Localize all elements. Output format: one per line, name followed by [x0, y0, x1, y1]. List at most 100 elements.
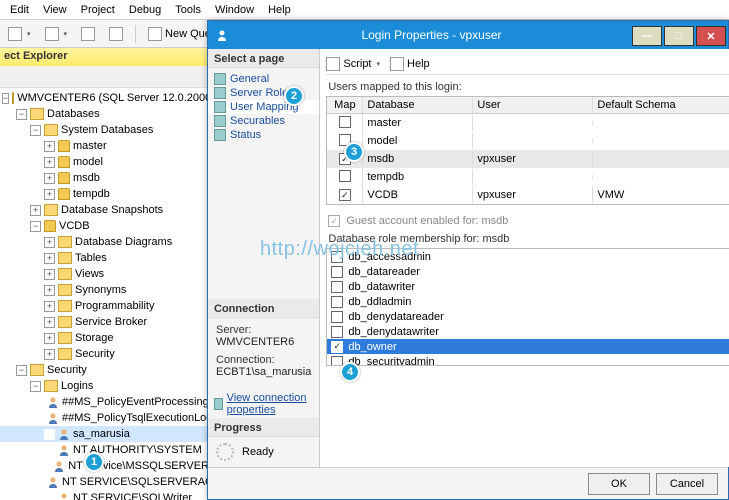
maximize-button[interactable]: □	[664, 26, 694, 46]
tree-sysdatabases[interactable]: −System Databases	[0, 122, 209, 138]
folder-icon	[58, 252, 72, 264]
tree-login[interactable]: NT SERVICE\SQLSERVERAGENT	[0, 474, 209, 490]
map-checkbox[interactable]	[339, 189, 351, 201]
folder-icon	[30, 364, 44, 376]
menu-project[interactable]: Project	[75, 2, 121, 18]
tree-login[interactable]: NT SERVICE\SQLWriter	[0, 490, 209, 500]
role-item[interactable]: db_datawriter	[327, 279, 729, 294]
role-checkbox[interactable]	[331, 341, 343, 353]
role-item[interactable]: db_ddladmin	[327, 294, 729, 309]
role-item[interactable]: db_securityadmin	[327, 354, 729, 366]
tree-login[interactable]: ##MS_PolicyTsqlExecutionLogin##	[0, 410, 209, 426]
tree-item[interactable]: +Synonyms	[0, 282, 209, 298]
object-explorer-title: ect Explorer	[0, 48, 209, 66]
server-icon	[12, 92, 14, 104]
tree-login[interactable]: NT Service\MSSQLSERVER	[0, 458, 209, 474]
folder-icon	[58, 268, 72, 280]
server-value: WMVCENTER6	[216, 336, 311, 348]
tree-login[interactable]: ##MS_PolicyEventProcessingLogin##	[0, 394, 209, 410]
map-checkbox[interactable]	[339, 170, 351, 182]
view-connection-link[interactable]: View connection properties	[227, 392, 314, 416]
col-database[interactable]: Database	[363, 97, 473, 113]
tree-item[interactable]: +Storage	[0, 330, 209, 346]
minimize-button[interactable]: —	[632, 26, 662, 46]
mapping-row[interactable]: msdbvpxuser...	[327, 150, 729, 168]
tree-item[interactable]: +Database Diagrams	[0, 234, 209, 250]
role-item[interactable]: db_accessadmin	[327, 249, 729, 264]
tree-security[interactable]: −Security	[0, 362, 209, 378]
rolemember-label: Database role membership for: msdb	[328, 233, 729, 245]
tree-server[interactable]: −WMVCENTER6 (SQL Server 12.0.2000 - ECBT…	[0, 90, 209, 106]
tree-databases[interactable]: −Databases	[0, 106, 209, 122]
menu-tools[interactable]: Tools	[169, 2, 207, 18]
mapping-grid[interactable]: Map Database User Default Schema masterm…	[326, 96, 729, 205]
tree-login[interactable]: NT AUTHORITY\SYSTEM	[0, 442, 209, 458]
page-securables[interactable]: Securables	[208, 114, 319, 128]
col-schema[interactable]: Default Schema	[593, 97, 729, 113]
role-item[interactable]: db_owner	[327, 339, 729, 354]
tree-item[interactable]: +Views	[0, 266, 209, 282]
menu-view[interactable]: View	[37, 2, 73, 18]
mapping-row[interactable]: VCDBvpxuserVMW...	[327, 186, 729, 204]
role-checkbox[interactable]	[331, 326, 343, 338]
toolbar-button[interactable]: ▾	[41, 25, 72, 43]
script-button[interactable]: Script▾	[326, 57, 380, 71]
mapping-row[interactable]: model	[327, 132, 729, 150]
cancel-button[interactable]: Cancel	[656, 473, 718, 495]
ok-button[interactable]: OK	[588, 473, 650, 495]
help-button[interactable]: Help	[390, 57, 430, 71]
tree-item[interactable]: +Tables	[0, 250, 209, 266]
folder-icon	[58, 300, 72, 312]
database-icon	[58, 188, 70, 200]
menu-debug[interactable]: Debug	[123, 2, 167, 18]
tree-db-tempdb[interactable]: +tempdb	[0, 186, 209, 202]
close-button[interactable]: ✕	[696, 26, 726, 46]
menu-help[interactable]: Help	[262, 2, 297, 18]
tree[interactable]: −WMVCENTER6 (SQL Server 12.0.2000 - ECBT…	[0, 88, 209, 500]
role-item[interactable]: db_denydatareader	[327, 309, 729, 324]
toolbar-button[interactable]: ▾	[4, 25, 35, 43]
page-general[interactable]: General	[208, 72, 319, 86]
mapping-row[interactable]: tempdb	[327, 168, 729, 186]
tree-vcdb[interactable]: −VCDB	[0, 218, 209, 234]
folder-icon	[58, 284, 72, 296]
role-checkbox[interactable]	[331, 281, 343, 293]
role-checkbox[interactable]	[331, 311, 343, 323]
role-item[interactable]: db_denydatawriter	[327, 324, 729, 339]
login-icon	[47, 396, 59, 408]
connection-label: Connection:	[216, 354, 311, 366]
generic-icon	[81, 27, 95, 41]
tree-db-master[interactable]: +master	[0, 138, 209, 154]
object-explorer: ect Explorer −WMVCENTER6 (SQL Server 12.…	[0, 48, 210, 500]
tree-item[interactable]: +Security	[0, 346, 209, 362]
menu-window[interactable]: Window	[209, 2, 260, 18]
mapping-row[interactable]: master	[327, 114, 729, 132]
role-checkbox[interactable]	[331, 296, 343, 308]
page-icon	[214, 87, 226, 99]
toolbar-button[interactable]	[77, 25, 99, 43]
page-usermapping[interactable]: User Mapping	[208, 100, 319, 114]
map-checkbox[interactable]	[339, 116, 351, 128]
database-icon	[58, 140, 70, 152]
progress-spinner-icon	[216, 443, 234, 461]
toolbar-button[interactable]	[105, 25, 127, 43]
role-checkbox[interactable]	[331, 251, 343, 263]
page-icon	[214, 101, 226, 113]
tree-item[interactable]: +Service Broker	[0, 314, 209, 330]
roles-list[interactable]: db_accessadmindb_datareaderdb_datawriter…	[326, 248, 729, 366]
tree-item[interactable]: +Programmability	[0, 298, 209, 314]
role-item[interactable]: db_datareader	[327, 264, 729, 279]
role-checkbox[interactable]	[331, 266, 343, 278]
mapped-label: Users mapped to this login:	[328, 81, 729, 93]
col-user[interactable]: User	[473, 97, 593, 113]
tree-db-msdb[interactable]: +msdb	[0, 170, 209, 186]
progress-status: Ready	[242, 446, 274, 458]
tree-db-model[interactable]: +model	[0, 154, 209, 170]
dialog-titlebar[interactable]: Login Properties - vpxuser — □ ✕	[208, 21, 728, 49]
page-status[interactable]: Status	[208, 128, 319, 142]
tree-login-selected[interactable]: sa_marusia	[0, 426, 209, 442]
tree-snapshots[interactable]: +Database Snapshots	[0, 202, 209, 218]
menu-edit[interactable]: Edit	[4, 2, 35, 18]
col-map[interactable]: Map	[327, 97, 363, 113]
tree-logins[interactable]: −Logins	[0, 378, 209, 394]
